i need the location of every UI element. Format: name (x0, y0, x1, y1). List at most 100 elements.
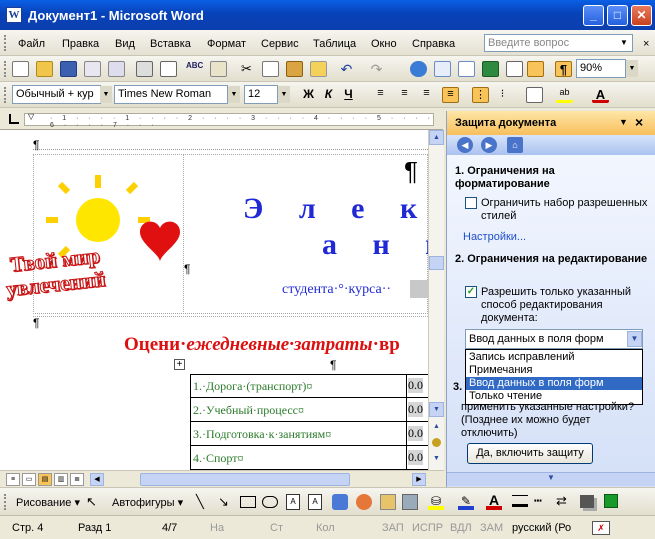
option-track-changes[interactable]: Запись исправлений (466, 351, 642, 364)
clipart-icon[interactable] (380, 494, 396, 510)
3d-style-icon[interactable] (604, 494, 618, 508)
pane-close-icon[interactable]: × (635, 114, 643, 130)
menu-tools[interactable]: Сервис (261, 38, 299, 50)
italic-button[interactable]: К (320, 87, 337, 103)
enable-protection-button[interactable]: Да, включить защиту (467, 443, 593, 464)
permission-icon[interactable] (84, 61, 101, 77)
horizontal-scrollbar[interactable]: ≡ ▭ ▤ ▥ ≣ ◀ ▶ (0, 470, 444, 487)
select-objects-icon[interactable]: ↖ (86, 494, 97, 510)
row-value-field[interactable]: 0.0 (408, 378, 423, 393)
shadow-style-icon[interactable] (580, 495, 594, 508)
menu-window[interactable]: Окно (371, 38, 397, 50)
line-style-icon[interactable] (512, 495, 528, 507)
editing-type-select[interactable]: Ввод данных в поля форм (465, 329, 643, 349)
next-page-icon[interactable]: ▼ (429, 452, 444, 467)
draw-font-color-icon[interactable]: A (486, 492, 502, 510)
rectangle-icon[interactable] (240, 496, 256, 508)
highlight-icon[interactable]: ab (556, 87, 573, 103)
arrow-style-icon[interactable]: ⇄ (556, 493, 567, 509)
font-select[interactable]: Times New Roman (114, 85, 228, 104)
drawing-toggle-icon[interactable] (527, 61, 544, 77)
menu-edit[interactable]: Правка (62, 38, 99, 50)
scroll-thumb[interactable] (429, 256, 444, 270)
hyperlink-icon[interactable] (410, 61, 427, 77)
align-left-icon[interactable]: ≡ (372, 87, 389, 103)
underline-button[interactable]: Ч (340, 87, 357, 103)
web-view-icon[interactable]: ▭ (22, 473, 36, 486)
row-value-field[interactable]: 0.0 (408, 426, 423, 441)
row-value-field[interactable]: 0.0 (408, 450, 423, 465)
scroll-right-icon[interactable]: ▶ (412, 473, 426, 486)
zoom-dropdown-icon[interactable]: ▼ (626, 60, 638, 77)
print-preview-icon[interactable] (160, 61, 177, 77)
email-icon[interactable] (108, 61, 125, 77)
align-right-icon[interactable]: ≡ (418, 87, 435, 103)
copy-icon[interactable] (262, 61, 279, 77)
diagram-icon[interactable] (356, 494, 372, 510)
pane-menu-icon[interactable]: ▼ (619, 117, 628, 127)
document-area[interactable]: ¶ Твой мир увлечений ¶ ¶ Э л е к т р о а… (0, 130, 428, 470)
indent-marker-icon[interactable]: ▽ (28, 112, 34, 121)
justify-icon[interactable]: ≡ (442, 87, 459, 103)
close-button[interactable]: ✕ (631, 5, 652, 26)
status-ovr[interactable]: ЗАМ (480, 522, 503, 534)
align-center-icon[interactable]: ≡ (396, 87, 413, 103)
open-folder-icon[interactable] (36, 61, 53, 77)
pane-scroll-down-icon[interactable]: ▼ (447, 472, 655, 486)
fill-color-icon[interactable]: ⛁ (428, 494, 444, 510)
option-comments[interactable]: Примечания (466, 364, 642, 377)
prev-page-icon[interactable]: ▲ (429, 420, 444, 435)
spelling-icon[interactable]: ABC (186, 61, 203, 77)
normal-view-icon[interactable]: ≡ (6, 473, 20, 486)
ask-dropdown-icon[interactable]: ▼ (620, 38, 628, 47)
ask-question-input[interactable]: Введите вопрос (484, 34, 633, 52)
font-size-select[interactable]: 12 (244, 85, 278, 104)
bullet-list-icon[interactable]: ⁝ (494, 87, 511, 103)
outline-view-icon[interactable]: ≣ (70, 473, 84, 486)
option-form-fields[interactable]: Ввод данных в поля форм (466, 377, 642, 390)
new-document-icon[interactable] (12, 61, 29, 77)
scroll-down-icon[interactable]: ▼ (429, 402, 444, 417)
menu-table[interactable]: Таблица (313, 38, 356, 50)
settings-link[interactable]: Настройки... (463, 231, 526, 243)
insert-table-icon[interactable] (458, 61, 475, 77)
font-size-dropdown-icon[interactable]: ▼ (278, 86, 290, 103)
show-formatting-icon[interactable]: ¶ (555, 61, 572, 77)
browse-object-icon[interactable] (432, 438, 441, 447)
wordart-icon[interactable] (332, 494, 348, 510)
vertical-scrollbar[interactable]: ▲ ▼ ▲ ▼ (428, 130, 444, 470)
scroll-up-icon[interactable]: ▲ (429, 130, 444, 145)
dash-style-icon[interactable]: ┅ (534, 493, 542, 509)
menu-help[interactable]: Справка (412, 38, 455, 50)
scroll-left-icon[interactable]: ◀ (90, 473, 104, 486)
table-move-handle-icon[interactable]: + (174, 359, 185, 370)
print-layout-icon[interactable]: ▤ (38, 473, 52, 486)
field-shading[interactable] (410, 280, 428, 298)
reading-view-icon[interactable]: ▥ (54, 473, 68, 486)
tab-stop-icon[interactable] (9, 114, 19, 124)
print-icon[interactable] (136, 61, 153, 77)
oval-icon[interactable] (262, 496, 278, 508)
minimize-button[interactable]: _ (583, 5, 604, 26)
horizontal-scroll-thumb[interactable] (140, 473, 350, 486)
vertical-textbox-icon[interactable]: A (308, 494, 322, 510)
menu-close-icon[interactable]: × (643, 38, 649, 50)
back-icon[interactable]: ◀ (457, 137, 473, 153)
select-dropdown-icon[interactable]: ▼ (627, 331, 642, 347)
research-icon[interactable] (210, 61, 227, 77)
textbox-icon[interactable]: A (286, 494, 300, 510)
undo-icon[interactable]: ↶ (338, 61, 355, 77)
restrict-styles-checkbox[interactable] (465, 197, 477, 209)
status-trk[interactable]: ИСПР (412, 522, 443, 534)
picture-icon[interactable] (402, 494, 418, 510)
autoshapes-button[interactable]: Автофигуры ▾ (112, 496, 183, 509)
style-select[interactable]: Обычный + кур (12, 85, 101, 104)
maximize-button[interactable]: □ (607, 5, 628, 26)
paste-icon[interactable] (286, 61, 303, 77)
row-value-field[interactable]: 0.0 (408, 402, 423, 417)
status-ext[interactable]: ВДЛ (450, 522, 472, 534)
cut-icon[interactable]: ✂ (238, 61, 255, 77)
bold-button[interactable]: Ж (300, 87, 317, 103)
spelling-status-icon[interactable]: ✗ (592, 521, 610, 535)
horizontal-ruler[interactable]: ▽ · 1 · · · · 1 · · · · 2 · · · · 3 · · … (0, 109, 443, 130)
